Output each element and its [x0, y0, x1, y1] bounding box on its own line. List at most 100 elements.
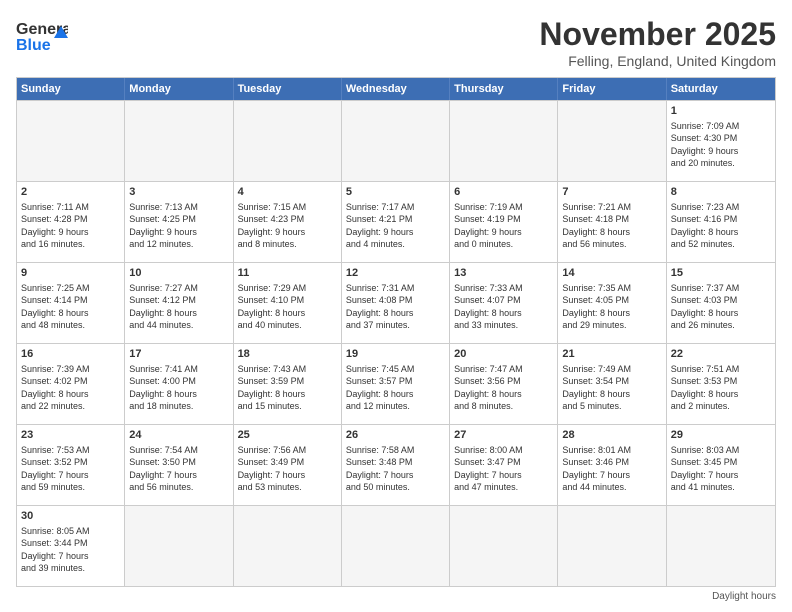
day-number: 10 — [129, 266, 228, 280]
page-title: November 2025 — [539, 16, 776, 53]
calendar-empty-cell — [234, 101, 342, 181]
day-number: 9 — [21, 266, 120, 280]
day-info: Sunrise: 7:09 AM Sunset: 4:30 PM Dayligh… — [671, 120, 771, 169]
day-info: Sunrise: 7:29 AM Sunset: 4:10 PM Dayligh… — [238, 282, 337, 331]
day-number: 16 — [21, 347, 120, 361]
calendar-day-28: 28Sunrise: 8:01 AM Sunset: 3:46 PM Dayli… — [558, 425, 666, 505]
calendar-row-5: 30 Sunrise: 8:05 AM Sunset: 3:44 PM Dayli… — [17, 505, 775, 586]
calendar-day-17: 17 Sunrise: 7:41 AM Sunset: 4:00 PM Dayli… — [125, 344, 233, 424]
calendar-day-27: 27 Sunrise: 8:00 AM Sunset: 3:47 PM Dayli… — [450, 425, 558, 505]
weekday-header-monday: Monday — [125, 78, 233, 100]
day-info: Sunrise: 7:27 AM Sunset: 4:12 PM Dayligh… — [129, 282, 228, 331]
day-number: 15 — [671, 266, 771, 280]
day-number: 8 — [671, 185, 771, 199]
day-number: 20 — [454, 347, 553, 361]
day-info: Sunrise: 8:00 AM Sunset: 3:47 PM Dayligh… — [454, 444, 553, 493]
logo-icon: General Blue — [16, 16, 68, 60]
day-number: 6 — [454, 185, 553, 199]
calendar-row-3: 16 Sunrise: 7:39 AM Sunset: 4:02 PM Dayli… — [17, 343, 775, 424]
footer-note: Daylight hours — [16, 591, 776, 602]
day-info: Sunrise: 7:51 AM Sunset: 3:53 PM Dayligh… — [671, 363, 771, 412]
day-info: Sunrise: 7:25 AM Sunset: 4:14 PM Dayligh… — [21, 282, 120, 331]
day-info: Sunrise: 7:49 AM Sunset: 3:54 PM Dayligh… — [562, 363, 661, 412]
weekday-header-tuesday: Tuesday — [234, 78, 342, 100]
day-info: Sunrise: 7:21 AM Sunset: 4:18 PM Dayligh… — [562, 201, 661, 250]
calendar-row-1: 2 Sunrise: 7:11 AM Sunset: 4:28 PM Daylig… — [17, 181, 775, 262]
day-info: Sunrise: 7:31 AM Sunset: 4:08 PM Dayligh… — [346, 282, 445, 331]
day-number: 19 — [346, 347, 445, 361]
day-info: Sunrise: 7:13 AM Sunset: 4:25 PM Dayligh… — [129, 201, 228, 250]
day-info: Sunrise: 7:19 AM Sunset: 4:19 PM Dayligh… — [454, 201, 553, 250]
calendar-day-4: 4Sunrise: 7:15 AM Sunset: 4:23 PM Daylig… — [234, 182, 342, 262]
page-subtitle: Felling, England, United Kingdom — [539, 53, 776, 69]
calendar-row-4: 23Sunrise: 7:53 AM Sunset: 3:52 PM Dayli… — [17, 424, 775, 505]
calendar-empty-cell — [667, 506, 775, 586]
calendar-day-26: 26 Sunrise: 7:58 AM Sunset: 3:48 PM Dayli… — [342, 425, 450, 505]
day-info: Sunrise: 7:58 AM Sunset: 3:48 PM Dayligh… — [346, 444, 445, 493]
calendar-day-30: 30 Sunrise: 8:05 AM Sunset: 3:44 PM Dayli… — [17, 506, 125, 586]
calendar-body: 1 Sunrise: 7:09 AM Sunset: 4:30 PM Daylig… — [17, 100, 775, 586]
day-info: Sunrise: 7:11 AM Sunset: 4:28 PM Dayligh… — [21, 201, 120, 250]
calendar-day-13: 13Sunrise: 7:33 AM Sunset: 4:07 PM Dayli… — [450, 263, 558, 343]
calendar-empty-cell — [342, 506, 450, 586]
weekday-header-friday: Friday — [558, 78, 666, 100]
calendar-day-1: 1 Sunrise: 7:09 AM Sunset: 4:30 PM Daylig… — [667, 101, 775, 181]
day-info: Sunrise: 7:56 AM Sunset: 3:49 PM Dayligh… — [238, 444, 337, 493]
day-number: 27 — [454, 428, 553, 442]
day-info: Sunrise: 7:43 AM Sunset: 3:59 PM Dayligh… — [238, 363, 337, 412]
day-number: 26 — [346, 428, 445, 442]
day-number: 14 — [562, 266, 661, 280]
calendar-empty-cell — [558, 101, 666, 181]
day-number: 28 — [562, 428, 661, 442]
day-number: 21 — [562, 347, 661, 361]
day-number: 13 — [454, 266, 553, 280]
calendar-day-15: 15 Sunrise: 7:37 AM Sunset: 4:03 PM Dayli… — [667, 263, 775, 343]
day-number: 23 — [21, 428, 120, 442]
day-number: 17 — [129, 347, 228, 361]
calendar-header: SundayMondayTuesdayWednesdayThursdayFrid… — [17, 78, 775, 100]
day-info: Sunrise: 7:17 AM Sunset: 4:21 PM Dayligh… — [346, 201, 445, 250]
day-info: Sunrise: 7:54 AM Sunset: 3:50 PM Dayligh… — [129, 444, 228, 493]
svg-text:Blue: Blue — [16, 37, 51, 54]
calendar-row-0: 1 Sunrise: 7:09 AM Sunset: 4:30 PM Daylig… — [17, 100, 775, 181]
day-number: 30 — [21, 509, 120, 523]
day-number: 29 — [671, 428, 771, 442]
weekday-header-wednesday: Wednesday — [342, 78, 450, 100]
calendar-empty-cell — [558, 506, 666, 586]
calendar-day-7: 7 Sunrise: 7:21 AM Sunset: 4:18 PM Daylig… — [558, 182, 666, 262]
calendar-day-6: 6 Sunrise: 7:19 AM Sunset: 4:19 PM Daylig… — [450, 182, 558, 262]
day-info: Sunrise: 8:05 AM Sunset: 3:44 PM Dayligh… — [21, 525, 120, 574]
day-info: Sunrise: 7:41 AM Sunset: 4:00 PM Dayligh… — [129, 363, 228, 412]
calendar-day-25: 25 Sunrise: 7:56 AM Sunset: 3:49 PM Dayli… — [234, 425, 342, 505]
calendar-day-2: 2 Sunrise: 7:11 AM Sunset: 4:28 PM Daylig… — [17, 182, 125, 262]
calendar-day-12: 12Sunrise: 7:31 AM Sunset: 4:08 PM Dayli… — [342, 263, 450, 343]
day-number: 25 — [238, 428, 337, 442]
calendar-day-16: 16 Sunrise: 7:39 AM Sunset: 4:02 PM Dayli… — [17, 344, 125, 424]
weekday-header-thursday: Thursday — [450, 78, 558, 100]
calendar-day-9: 9 Sunrise: 7:25 AM Sunset: 4:14 PM Daylig… — [17, 263, 125, 343]
day-number: 7 — [562, 185, 661, 199]
calendar-empty-cell — [450, 101, 558, 181]
day-info: Sunrise: 7:45 AM Sunset: 3:57 PM Dayligh… — [346, 363, 445, 412]
day-number: 2 — [21, 185, 120, 199]
day-info: Sunrise: 7:47 AM Sunset: 3:56 PM Dayligh… — [454, 363, 553, 412]
day-info: Sunrise: 8:03 AM Sunset: 3:45 PM Dayligh… — [671, 444, 771, 493]
day-number: 4 — [238, 185, 337, 199]
title-area: November 2025 Felling, England, United K… — [539, 16, 776, 69]
calendar-empty-cell — [17, 101, 125, 181]
weekday-header-sunday: Sunday — [17, 78, 125, 100]
calendar-day-24: 24Sunrise: 7:54 AM Sunset: 3:50 PM Dayli… — [125, 425, 233, 505]
day-info: Sunrise: 7:37 AM Sunset: 4:03 PM Dayligh… — [671, 282, 771, 331]
day-number: 1 — [671, 104, 771, 118]
calendar-day-10: 10 Sunrise: 7:27 AM Sunset: 4:12 PM Dayli… — [125, 263, 233, 343]
day-number: 5 — [346, 185, 445, 199]
weekday-header-saturday: Saturday — [667, 78, 775, 100]
day-number: 18 — [238, 347, 337, 361]
calendar-day-21: 21 Sunrise: 7:49 AM Sunset: 3:54 PM Dayli… — [558, 344, 666, 424]
calendar-day-11: 11Sunrise: 7:29 AM Sunset: 4:10 PM Dayli… — [234, 263, 342, 343]
page-header: General Blue November 2025 Felling, Engl… — [16, 16, 776, 69]
day-info: Sunrise: 7:35 AM Sunset: 4:05 PM Dayligh… — [562, 282, 661, 331]
day-number: 22 — [671, 347, 771, 361]
calendar-day-3: 3Sunrise: 7:13 AM Sunset: 4:25 PM Daylig… — [125, 182, 233, 262]
day-info: Sunrise: 7:39 AM Sunset: 4:02 PM Dayligh… — [21, 363, 120, 412]
